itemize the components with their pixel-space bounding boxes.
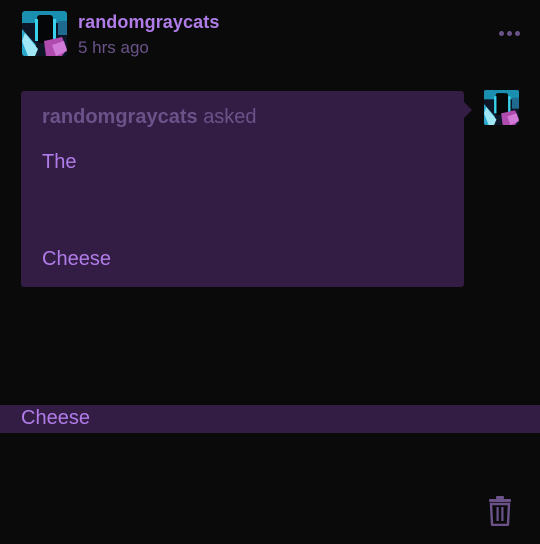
more-options-button[interactable] (494, 22, 524, 44)
ask-line-2: Cheese (42, 248, 111, 270)
trash-icon (489, 496, 511, 527)
avatar-image (22, 11, 67, 56)
asker-avatar[interactable] (484, 90, 519, 125)
post-header: randomgraycats 5 hrs ago (0, 0, 540, 70)
ask-header: randomgraycats asked (42, 106, 257, 129)
post-timestamp[interactable]: 5 hrs ago (78, 38, 149, 58)
ask-line-1: The (42, 151, 77, 173)
more-dots-icon (497, 30, 521, 36)
asker-name[interactable]: randomgraycats (42, 106, 198, 128)
avatar[interactable] (22, 11, 67, 56)
ask-box: randomgraycats asked The Cheese (21, 91, 472, 287)
answer-text: Cheese (21, 407, 90, 429)
ask-verb: asked (203, 106, 257, 128)
answer-bar: Cheese (0, 405, 540, 433)
post-username[interactable]: randomgraycats (78, 12, 219, 33)
delete-button[interactable] (487, 496, 513, 527)
asker-avatar-image (484, 90, 519, 125)
